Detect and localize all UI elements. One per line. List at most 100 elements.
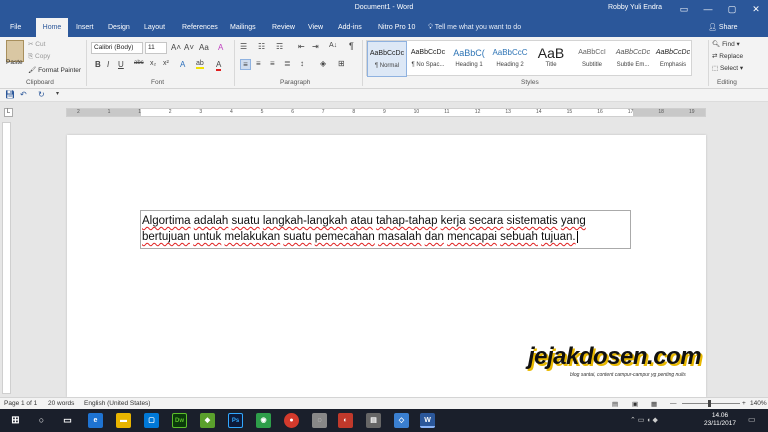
word-taskbar-icon[interactable]: W — [420, 413, 435, 428]
redo-icon[interactable]: ↻ — [38, 90, 45, 99]
app-icon[interactable]: ◐ — [338, 413, 353, 428]
justify-icon[interactable]: ≣ — [284, 59, 291, 68]
cut-button[interactable]: ✂︎ Cut — [28, 40, 45, 48]
user-name[interactable]: Robby Yuli Endra — [608, 4, 662, 11]
minimize-button[interactable]: — — [696, 0, 720, 18]
start-icon[interactable]: ⊞ — [8, 413, 23, 428]
select-button[interactable]: ⬚ Select ▾ — [712, 64, 743, 72]
italic-button[interactable]: I — [107, 60, 109, 69]
save-icon[interactable]: 💾︎ — [5, 90, 15, 99]
style-heading-1[interactable]: AaBbC( Heading 1 — [449, 41, 489, 77]
zoom-slider-thumb[interactable] — [708, 400, 711, 407]
font-size-dropdown[interactable]: 11 — [145, 42, 167, 54]
tab-review[interactable]: Review — [268, 18, 299, 37]
chrome-icon[interactable]: ● — [284, 413, 299, 428]
paste-button[interactable]: Paste — [6, 59, 23, 66]
page-count[interactable]: Page 1 of 1 — [4, 400, 37, 407]
style-subtle-emphasis[interactable]: AaBbCcDc Subtle Em... — [613, 41, 653, 77]
format-painter-button[interactable]: 🖌︎ Format Painter — [28, 66, 81, 74]
font-name-dropdown[interactable]: Calibri (Body) — [91, 42, 143, 54]
change-case-button[interactable]: Aa — [199, 43, 209, 52]
language[interactable]: English (United States) — [84, 400, 150, 407]
app-icon[interactable]: ◆ — [200, 413, 215, 428]
shrink-font-button[interactable]: A˅ — [184, 43, 194, 52]
tab-view[interactable]: View — [304, 18, 327, 37]
clear-formatting-button[interactable]: A — [218, 43, 223, 52]
tab-design[interactable]: Design — [104, 18, 134, 37]
bold-button[interactable]: B — [95, 60, 101, 69]
zoom-in-button[interactable]: + — [742, 400, 746, 407]
style-title[interactable]: AaB Title — [531, 41, 571, 77]
app-icon[interactable]: ◌ — [312, 413, 327, 428]
copy-button[interactable]: ⎘ Copy — [28, 53, 50, 61]
sort-button[interactable]: A↓ — [329, 42, 337, 49]
strikethrough-button[interactable]: abc — [134, 60, 144, 66]
edge-icon[interactable]: e — [88, 413, 103, 428]
zoom-slider[interactable] — [682, 403, 740, 404]
maximize-button[interactable]: ▢ — [720, 0, 744, 18]
notification-icon[interactable]: ▭ — [748, 415, 756, 424]
tab-add-ins[interactable]: Add-ins — [334, 18, 366, 37]
file-explorer-icon[interactable]: ▬ — [116, 413, 131, 428]
tab-insert[interactable]: Insert — [72, 18, 98, 37]
close-button[interactable]: ✕ — [744, 0, 768, 18]
tab-home[interactable]: Home — [36, 18, 68, 37]
share-button[interactable]: 👤︎ Share — [708, 18, 738, 37]
horizontal-ruler[interactable]: 2 1 1 2 3 4 5 6 7 8 9 10 11 12 13 14 15 16 17 18 19 — [66, 108, 706, 117]
font-color-button[interactable]: A — [216, 60, 222, 71]
bullets-icon[interactable]: ☰ — [240, 42, 247, 51]
replace-button[interactable]: ⇄ Replace — [712, 52, 743, 60]
zoom-out-button[interactable]: — — [670, 400, 677, 407]
tell-me-box[interactable]: 💡︎ Tell me what you want to do — [428, 18, 521, 37]
app-icon[interactable]: ▤ — [366, 413, 381, 428]
web-layout-icon[interactable]: ▦ — [651, 400, 657, 408]
zoom-level[interactable]: 140% — [750, 400, 767, 407]
tab-file[interactable]: File — [6, 18, 25, 37]
ribbon-display-button[interactable]: ▭ — [672, 0, 696, 18]
app-icon[interactable]: ◉ — [256, 413, 271, 428]
superscript-button[interactable]: x² — [163, 60, 169, 67]
style-emphasis[interactable]: AaBbCcDc Emphasis — [654, 41, 692, 77]
borders-icon[interactable]: ⊞ — [338, 59, 345, 68]
style-heading-2[interactable]: AaBbCcC Heading 2 — [490, 41, 530, 77]
word-count[interactable]: 20 words — [48, 400, 74, 407]
increase-indent-icon[interactable]: ⇥ — [312, 42, 319, 51]
document-body-text[interactable]: Algortima adalah suatu langkah-langkah a… — [140, 210, 631, 249]
tab-references[interactable]: References — [178, 18, 222, 37]
text-effects-button[interactable]: A — [180, 60, 185, 69]
photoshop-icon[interactable]: Ps — [228, 413, 243, 428]
align-left-icon[interactable]: ≡ — [240, 59, 251, 70]
vertical-ruler[interactable] — [2, 122, 11, 394]
search-icon[interactable]: ○ — [34, 413, 49, 428]
find-button[interactable]: 🔍︎ Find ▾ — [712, 40, 740, 48]
style-normal[interactable]: AaBbCcDc ¶ Normal — [367, 41, 407, 77]
undo-icon[interactable]: ↶ — [20, 90, 27, 99]
style-subtitle[interactable]: AaBbCcI Subtitle — [572, 41, 612, 77]
align-right-icon[interactable]: ≡ — [270, 59, 275, 68]
multilevel-list-icon[interactable]: ☶ — [276, 42, 283, 51]
numbering-icon[interactable]: ☷ — [258, 42, 265, 51]
grow-font-button[interactable]: A˄ — [171, 43, 181, 52]
tab-nitro-pro[interactable]: Nitro Pro 10 — [374, 18, 419, 37]
task-view-icon[interactable]: ▭ — [60, 413, 75, 428]
underline-button[interactable]: U — [118, 60, 124, 69]
tab-selector-icon[interactable]: L — [4, 108, 13, 117]
decrease-indent-icon[interactable]: ⇤ — [298, 42, 305, 51]
app-icon[interactable]: ◇ — [394, 413, 409, 428]
store-icon[interactable]: ▢ — [144, 413, 159, 428]
align-center-icon[interactable]: ≡ — [256, 59, 261, 68]
subscript-button[interactable]: x₂ — [150, 60, 156, 67]
dreamweaver-icon[interactable]: Dw — [172, 413, 187, 428]
highlight-button[interactable]: ab — [196, 60, 204, 69]
tray-icons[interactable]: ⌃ ▭ ◖ ◆ — [630, 416, 658, 424]
tab-mailings[interactable]: Mailings — [226, 18, 260, 37]
shading-icon[interactable]: ◈ — [320, 59, 326, 68]
show-formatting-button[interactable]: ¶ — [349, 41, 354, 51]
style-no-spacing[interactable]: AaBbCcDc ¶ No Spac... — [408, 41, 448, 77]
read-mode-icon[interactable]: ▤ — [612, 400, 618, 408]
line-spacing-icon[interactable]: ↕ — [300, 59, 304, 68]
customize-qat-icon[interactable]: ▾ — [56, 90, 59, 97]
tab-layout[interactable]: Layout — [140, 18, 169, 37]
print-layout-icon[interactable]: ▣ — [632, 400, 638, 408]
clock[interactable]: 14.06 23/11/2017 — [700, 412, 740, 428]
